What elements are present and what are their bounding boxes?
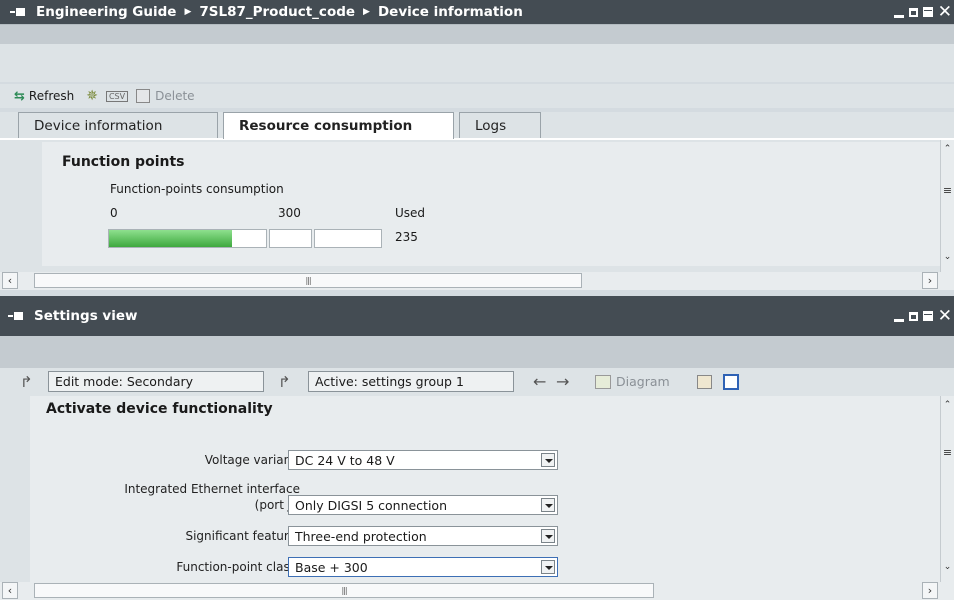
scroll-down-icon[interactable]: ⌄ [941,252,954,262]
voltage-variant-value: DC 24 V to 48 V [295,453,395,468]
significant-feature-value: Three-end protection [295,529,427,544]
tab-logs[interactable]: Logs [459,112,541,138]
progress-bar-track [108,229,267,248]
minimize-icon[interactable] [893,14,904,18]
refresh-icon[interactable]: ⇆ [14,89,25,104]
chevron-down-icon[interactable] [541,560,555,574]
scroll-thumb[interactable]: ≡ [941,184,954,197]
edit-mode-field[interactable]: Edit mode: Secondary [48,371,264,392]
function-points-section: Function points Function-points consumpt… [42,142,940,266]
settings-window-titlebar: Settings view ✕ [0,296,954,336]
scroll-right-icon[interactable]: › [922,272,938,289]
function-point-class-label: Function-point class: [176,560,300,574]
vertical-scrollbar[interactable]: ⌃ ≡ ⌄ [940,396,954,582]
progress-bar-segment [314,229,382,248]
used-value: 235 [395,230,418,244]
goto-arrow-icon[interactable]: ↱ [20,373,33,391]
vertical-scrollbar[interactable]: ⌃ ≡ ⌄ [940,140,954,272]
back-arrow-icon[interactable]: ← [533,372,546,391]
ethernet-interface-value: Only DIGSI 5 connection [295,498,447,513]
delete-button[interactable]: Delete [155,89,194,103]
breadcrumb-item: Device information [377,4,523,20]
maximize-icon[interactable] [922,311,933,321]
window-controls: ✕ [893,296,952,336]
scroll-thumb[interactable]: ≡ [941,446,954,459]
window-controls: ✕ [893,0,952,24]
close-icon[interactable]: ✕ [938,3,952,21]
breadcrumb-item[interactable]: Engineering Guide [36,4,176,20]
scroll-thumb[interactable]: ||| [34,273,582,288]
tab-device-information[interactable]: Device information [18,112,218,138]
significant-feature-select[interactable]: Three-end protection [288,526,558,546]
csv-export-button[interactable]: CSV [105,90,129,102]
diagram-icon[interactable] [595,375,611,389]
forward-arrow-icon[interactable]: → [556,372,569,391]
scroll-thumb[interactable]: ||| [34,583,654,598]
progress-bar-fill [109,230,232,247]
voltage-variant-label: Voltage variant: [204,453,300,467]
ethernet-interface-select[interactable]: Only DIGSI 5 connection [288,495,558,515]
tab-strip: Device information Resource consumption … [0,112,954,139]
active-group-field[interactable]: Active: settings group 1 [308,371,514,392]
maximize-icon[interactable] [922,7,933,17]
horizontal-scrollbar[interactable]: ‹ ||| › [0,272,954,290]
top-window-spacer [0,24,954,44]
ethernet-interface-label: Integrated Ethernet interface [124,482,300,496]
tab-resource-consumption[interactable]: Resource consumption [223,112,454,139]
top-window-titlebar: Engineering Guide ▶ 7SL87_Product_code ▶… [0,0,954,24]
scale-min-label: 0 [110,206,118,220]
list-view-icon[interactable] [723,374,739,390]
top-window-band [0,44,954,82]
import-icon[interactable]: ✵ [86,88,98,104]
function-points-heading: Function points [62,154,185,170]
scroll-right-icon[interactable]: › [922,582,938,599]
scroll-up-icon[interactable]: ⌃ [941,400,954,410]
goto-arrow-icon[interactable]: ↱ [278,373,291,391]
voltage-variant-select[interactable]: DC 24 V to 48 V [288,450,558,470]
delete-icon[interactable] [136,89,151,103]
activate-heading: Activate device functionality [46,401,273,417]
float-window-icon[interactable] [908,7,918,17]
settings-window-band [0,336,954,368]
chevron-down-icon[interactable] [541,498,555,512]
window-pin-icon[interactable] [8,310,24,322]
edit-document-icon[interactable] [697,375,712,389]
used-label: Used [395,206,426,220]
activate-section: Activate device functionality Voltage va… [30,396,940,582]
minimize-icon[interactable] [893,318,904,322]
window-pin-icon[interactable] [10,6,26,18]
device-toolbar: ⇆ Refresh ✵ CSV Delete [0,84,954,108]
refresh-button[interactable]: Refresh [29,89,74,103]
chevron-down-icon[interactable] [541,529,555,543]
chevron-right-icon: ▶ [184,7,192,17]
scale-max-label: 300 [278,206,301,220]
progress-bar-segment [269,229,312,248]
close-icon[interactable]: ✕ [938,307,952,325]
resource-panel: Function points Function-points consumpt… [0,140,940,272]
scroll-left-icon[interactable]: ‹ [2,582,18,599]
scroll-down-icon[interactable]: ⌄ [941,562,954,572]
settings-toolbar: ↱ Edit mode: Secondary ↱ Active: setting… [0,368,954,396]
chevron-down-icon[interactable] [541,453,555,467]
function-points-subheading: Function-points consumption [110,182,284,196]
scroll-up-icon[interactable]: ⌃ [941,144,954,154]
settings-window-title: Settings view [34,308,138,324]
settings-panel: Activate device functionality Voltage va… [0,396,940,582]
function-point-class-value: Base + 300 [295,560,368,575]
float-window-icon[interactable] [908,311,918,321]
function-point-class-select[interactable]: Base + 300 [288,557,558,577]
breadcrumb-item[interactable]: 7SL87_Product_code [199,4,355,20]
chevron-right-icon: ▶ [363,7,370,17]
horizontal-scrollbar[interactable]: ‹ ||| › [0,582,954,600]
diagram-button[interactable]: Diagram [616,374,670,389]
significant-feature-label: Significant feature: [185,529,300,543]
scroll-left-icon[interactable]: ‹ [2,272,18,289]
